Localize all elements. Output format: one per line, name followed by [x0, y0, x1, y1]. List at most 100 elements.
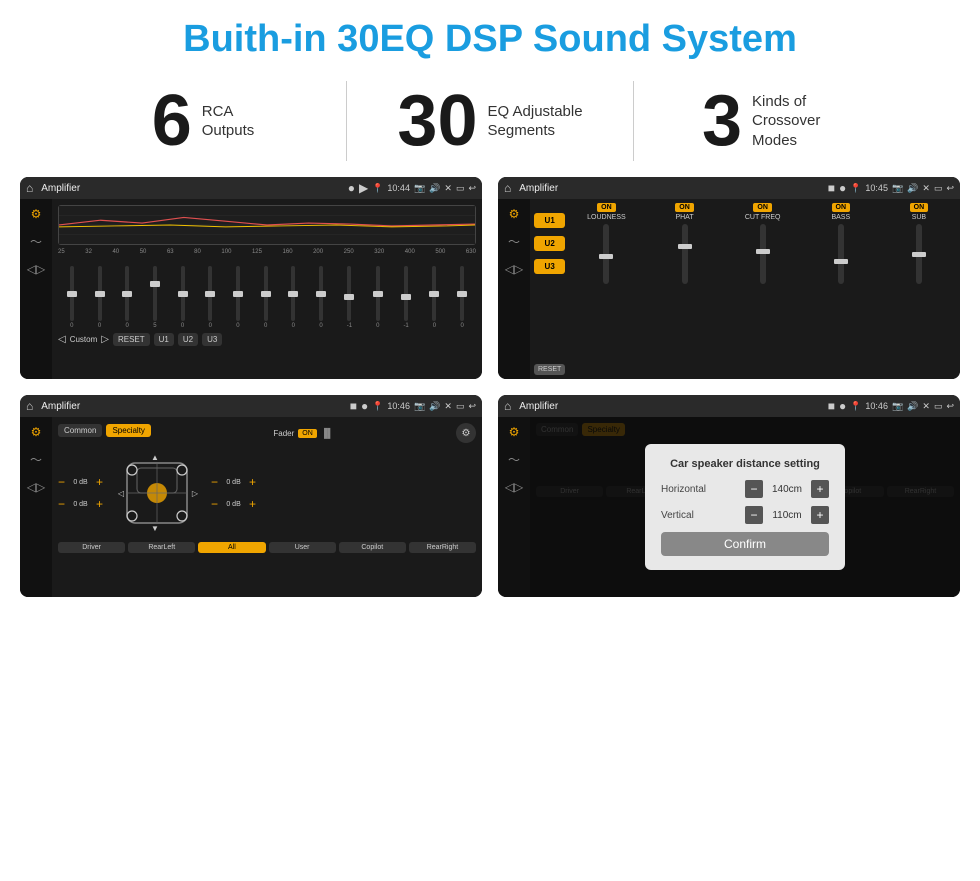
home-icon-2[interactable]: ⌂ — [504, 181, 511, 195]
eq-slider-6[interactable]: 0 — [236, 266, 240, 329]
on-badge-cutfreq: ON — [753, 203, 772, 212]
wave-icon-2[interactable]: 〜 — [508, 233, 520, 250]
reset-btn-2[interactable]: RESET — [534, 364, 565, 375]
dot2-icon-3: ● — [361, 399, 368, 413]
btn-user[interactable]: User — [269, 542, 336, 553]
sidebar-4: ⚙ 〜 ◁▷ — [498, 417, 530, 597]
minus-fr[interactable]: − — [211, 476, 218, 488]
eq-slider-11[interactable]: 0 — [376, 266, 380, 329]
horizontal-plus[interactable]: + — [811, 480, 829, 498]
fader-on-3: ON — [298, 429, 317, 438]
eq-slider-2[interactable]: 0 — [125, 266, 129, 329]
plus-rr[interactable]: + — [249, 498, 256, 510]
eq-icon-2[interactable]: ⚙ — [509, 207, 520, 221]
u1-btn-1[interactable]: U1 — [154, 333, 174, 346]
db-rear-right: − 0 dB + — [211, 498, 256, 510]
wave-icon-4[interactable]: 〜 — [508, 451, 520, 468]
eq-icon-4[interactable]: ⚙ — [509, 425, 520, 439]
location-icon-1: 📍 — [372, 183, 383, 194]
vol-icon-2[interactable]: ◁▷ — [505, 262, 523, 276]
eq-slider-14[interactable]: 0 — [460, 266, 464, 329]
btn-driver[interactable]: Driver — [58, 542, 125, 553]
loudness-label: LOUDNESS — [587, 214, 626, 221]
btn-rearright[interactable]: RearRight — [409, 542, 476, 553]
home-icon-4[interactable]: ⌂ — [504, 399, 511, 413]
svg-text:▼: ▼ — [151, 524, 159, 533]
horizontal-control: − 140cm + — [745, 480, 829, 498]
eq-prev-btn[interactable]: ◁ — [58, 334, 66, 345]
eq-slider-8[interactable]: 0 — [291, 266, 295, 329]
svg-text:◁: ◁ — [118, 489, 125, 498]
eq-slider-1[interactable]: 0 — [98, 266, 102, 329]
vertical-minus[interactable]: − — [745, 506, 763, 524]
home-icon-1[interactable]: ⌂ — [26, 181, 33, 195]
back-icon-1[interactable]: ↩ — [468, 183, 476, 194]
eq-slider-12[interactable]: -1 — [403, 266, 408, 329]
bass-slider[interactable] — [838, 224, 844, 284]
eq-slider-7[interactable]: 0 — [264, 266, 268, 329]
btn-all[interactable]: All — [198, 542, 265, 553]
u2-btn-2[interactable]: U2 — [534, 236, 565, 251]
svg-text:▷: ▷ — [192, 489, 199, 498]
btn-rearleft[interactable]: RearLeft — [128, 542, 195, 553]
u3-btn-1[interactable]: U3 — [202, 333, 222, 346]
eq-slider-3[interactable]: 5 — [153, 266, 157, 329]
stat-eq: 30 EQ AdjustableSegments — [347, 85, 633, 157]
screen3-inner: ⚙ 〜 ◁▷ Common Specialty Fader ON ▐▌ — [20, 417, 482, 597]
eq-slider-10[interactable]: -1 — [347, 266, 352, 329]
screen2-inner: ⚙ 〜 ◁▷ U1 U2 U3 RESET ON — [498, 199, 960, 379]
u1-btn-2[interactable]: U1 — [534, 213, 565, 228]
home-icon-3[interactable]: ⌂ — [26, 399, 33, 413]
wave-sidebar-icon[interactable]: 〜 — [30, 233, 42, 250]
horizontal-minus[interactable]: − — [745, 480, 763, 498]
u2-btn-1[interactable]: U2 — [178, 333, 198, 346]
channel-cutfreq: ON CUT FREQ — [726, 203, 800, 375]
wave-icon-3[interactable]: 〜 — [30, 451, 42, 468]
eq-slider-5[interactable]: 0 — [208, 266, 212, 329]
back-icon-2[interactable]: ↩ — [946, 183, 954, 194]
back-icon-4[interactable]: ↩ — [946, 401, 954, 412]
vol-icon-3[interactable]: ◁▷ — [27, 480, 45, 494]
btn-copilot[interactable]: Copilot — [339, 542, 406, 553]
dot-icon-2: ■ — [828, 181, 835, 195]
status-bar-3: ⌂ Amplifier ■ ● 📍 10:46 📷🔊✕▭ ↩ — [20, 395, 482, 417]
val-rl: 0 dB — [68, 501, 93, 508]
tab-common-3[interactable]: Common — [58, 424, 102, 437]
u3-btn-2[interactable]: U3 — [534, 259, 565, 274]
loudness-slider[interactable] — [603, 224, 609, 284]
svg-text:▲: ▲ — [151, 453, 159, 462]
eq-slider-0[interactable]: 0 — [70, 266, 74, 329]
minus-fl[interactable]: − — [58, 476, 65, 488]
vol-sidebar-icon[interactable]: ◁▷ — [27, 262, 45, 276]
minus-rl[interactable]: − — [58, 498, 65, 510]
fader-slider-3[interactable]: ▐▌ — [321, 428, 334, 438]
tab-specialty-3[interactable]: Specialty — [106, 424, 150, 437]
car-diagram: ▲ ▼ ◁ ▷ — [107, 448, 207, 538]
screen1-title: Amplifier — [41, 183, 343, 194]
vertical-plus[interactable]: + — [811, 506, 829, 524]
status-bar-1: ⌂ Amplifier ● ▶ 📍 10:44 📷 🔊 ✕ ▭ ↩ — [20, 177, 482, 199]
settings-icon-3[interactable]: ⚙ — [456, 423, 476, 443]
minus-rr[interactable]: − — [211, 498, 218, 510]
stat-text-crossover: Kinds ofCrossover Modes — [752, 92, 852, 151]
fader-label-3: Fader — [273, 429, 294, 438]
eq-icon-3[interactable]: ⚙ — [31, 425, 42, 439]
plus-fr[interactable]: + — [249, 476, 256, 488]
plus-fl[interactable]: + — [96, 476, 103, 488]
eq-next-btn[interactable]: ▷ — [101, 334, 109, 345]
eq-slider-9[interactable]: 0 — [319, 266, 323, 329]
screen-dialog: ⌂ Amplifier ■ ● 📍 10:46 📷🔊✕▭ ↩ ⚙ 〜 ◁▷ — [498, 395, 960, 597]
plus-rl[interactable]: + — [96, 498, 103, 510]
vol-icon-4[interactable]: ◁▷ — [505, 480, 523, 494]
phat-slider[interactable] — [682, 224, 688, 284]
eq-slider-4[interactable]: 0 — [181, 266, 185, 329]
confirm-button[interactable]: Confirm — [661, 532, 829, 556]
eq-slider-13[interactable]: 0 — [432, 266, 436, 329]
back-icon-3[interactable]: ↩ — [468, 401, 476, 412]
reset-btn-1[interactable]: RESET — [113, 333, 150, 346]
screen2-title: Amplifier — [519, 183, 823, 194]
eq-sidebar-icon[interactable]: ⚙ — [31, 207, 42, 221]
sub-slider[interactable] — [916, 224, 922, 284]
cutfreq-slider[interactable] — [760, 224, 766, 284]
on-badge-phat: ON — [675, 203, 694, 212]
